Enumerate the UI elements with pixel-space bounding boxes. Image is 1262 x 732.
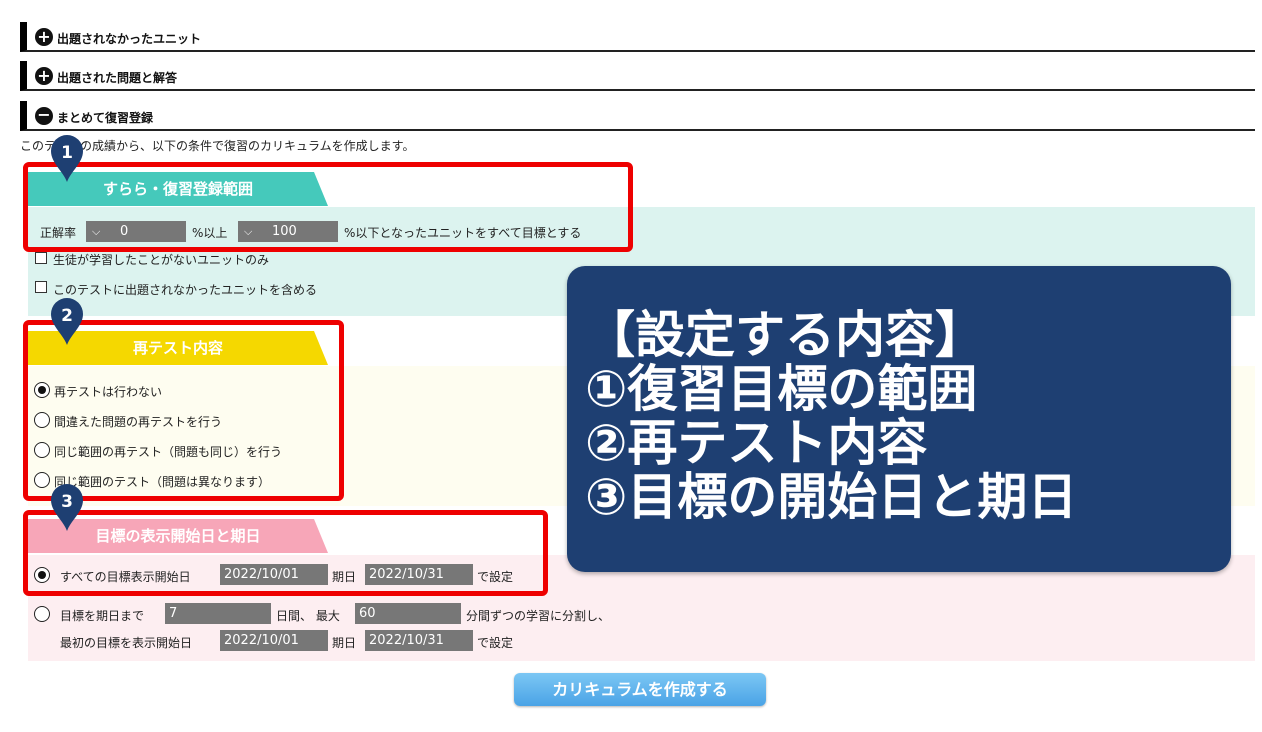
minutes-suffix: 分間ずつの学習に分割し、: [466, 609, 611, 623]
minutes-input[interactable]: 60: [355, 603, 461, 624]
callout-title: 【設定する内容】: [585, 306, 985, 364]
checkbox-label: このテストに出題されなかったユニットを含める: [53, 283, 318, 297]
accordion-label: まとめて復習登録: [57, 111, 154, 125]
accordion-unasked-units[interactable]: + 出題されなかったユニット: [20, 22, 1255, 52]
highlight-box-2: [23, 320, 344, 501]
radio-split-schedule[interactable]: [34, 606, 50, 622]
highlight-box-3: [23, 510, 548, 596]
pin-number: 2: [61, 306, 73, 326]
pin-marker-2: 2: [51, 298, 83, 345]
create-curriculum-button[interactable]: カリキュラムを作成する: [514, 673, 766, 706]
pin-number: 3: [61, 492, 73, 512]
split-due-date-input[interactable]: 2022/10/31: [365, 630, 473, 651]
due-label: 期日: [332, 636, 357, 650]
accordion-bulk-review[interactable]: − まとめて復習登録: [20, 101, 1255, 131]
accordion-label: 出題された問題と解答: [57, 71, 178, 85]
set-suffix: で設定: [477, 636, 514, 650]
include-unasked-checkbox[interactable]: [35, 281, 47, 293]
opt2-label: 目標を期日まで: [60, 609, 145, 623]
first-start-label: 最初の目標を表示開始日: [60, 636, 193, 650]
plus-circle-icon: +: [35, 28, 53, 46]
plus-circle-icon: +: [35, 67, 53, 85]
callout-line: ②再テスト内容: [585, 414, 928, 472]
callout-line: ①復習目標の範囲: [585, 360, 978, 418]
days-input[interactable]: 7: [165, 603, 271, 624]
highlight-box-1: [23, 162, 633, 252]
settings-callout: 【設定する内容】 ①復習目標の範囲 ②再テスト内容 ③目標の開始日と期日: [567, 266, 1231, 572]
checkbox-label: 生徒が学習したことがないユニットのみ: [53, 253, 270, 267]
days-suffix: 日間、 最大: [276, 609, 340, 623]
pin-marker-3: 3: [51, 484, 83, 531]
pin-marker-1: 1: [51, 135, 83, 182]
unlearned-only-checkbox[interactable]: [35, 252, 47, 264]
accordion-questions-answers[interactable]: + 出題された問題と解答: [20, 61, 1255, 91]
callout-line: ③目標の開始日と期日: [585, 468, 1078, 526]
accordion-label: 出題されなかったユニット: [57, 32, 202, 46]
pin-number: 1: [61, 143, 73, 163]
minus-circle-icon: −: [35, 107, 53, 125]
first-start-date-input[interactable]: 2022/10/01: [220, 630, 328, 651]
